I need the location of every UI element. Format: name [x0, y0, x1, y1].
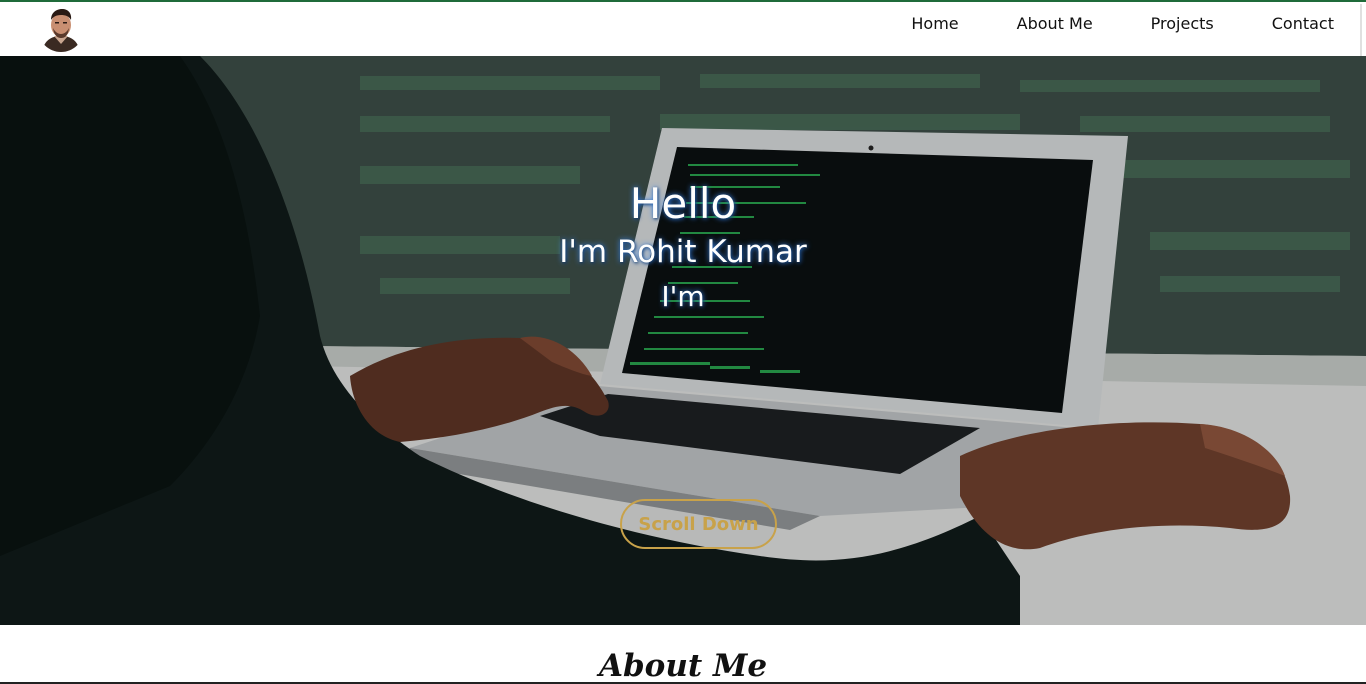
nav-links: Home About Me Projects Contact	[911, 2, 1334, 45]
nav-projects[interactable]: Projects	[1151, 14, 1214, 33]
nav-home[interactable]: Home	[911, 14, 958, 33]
hero-greeting: Hello	[629, 179, 737, 228]
hero-name: I'm Rohit Kumar	[559, 234, 807, 270]
nav-contact[interactable]: Contact	[1272, 14, 1334, 33]
hero-section: Hello I'm Rohit Kumar I'm Scroll Down	[0, 56, 1366, 625]
hero-role: I'm	[661, 280, 705, 313]
about-section-title: About Me	[598, 648, 768, 684]
scroll-down-button[interactable]: Scroll Down	[620, 499, 777, 549]
avatar[interactable]	[38, 6, 84, 52]
navbar: Home About Me Projects Contact	[0, 2, 1366, 154]
nav-about-me[interactable]: About Me	[1017, 14, 1093, 33]
